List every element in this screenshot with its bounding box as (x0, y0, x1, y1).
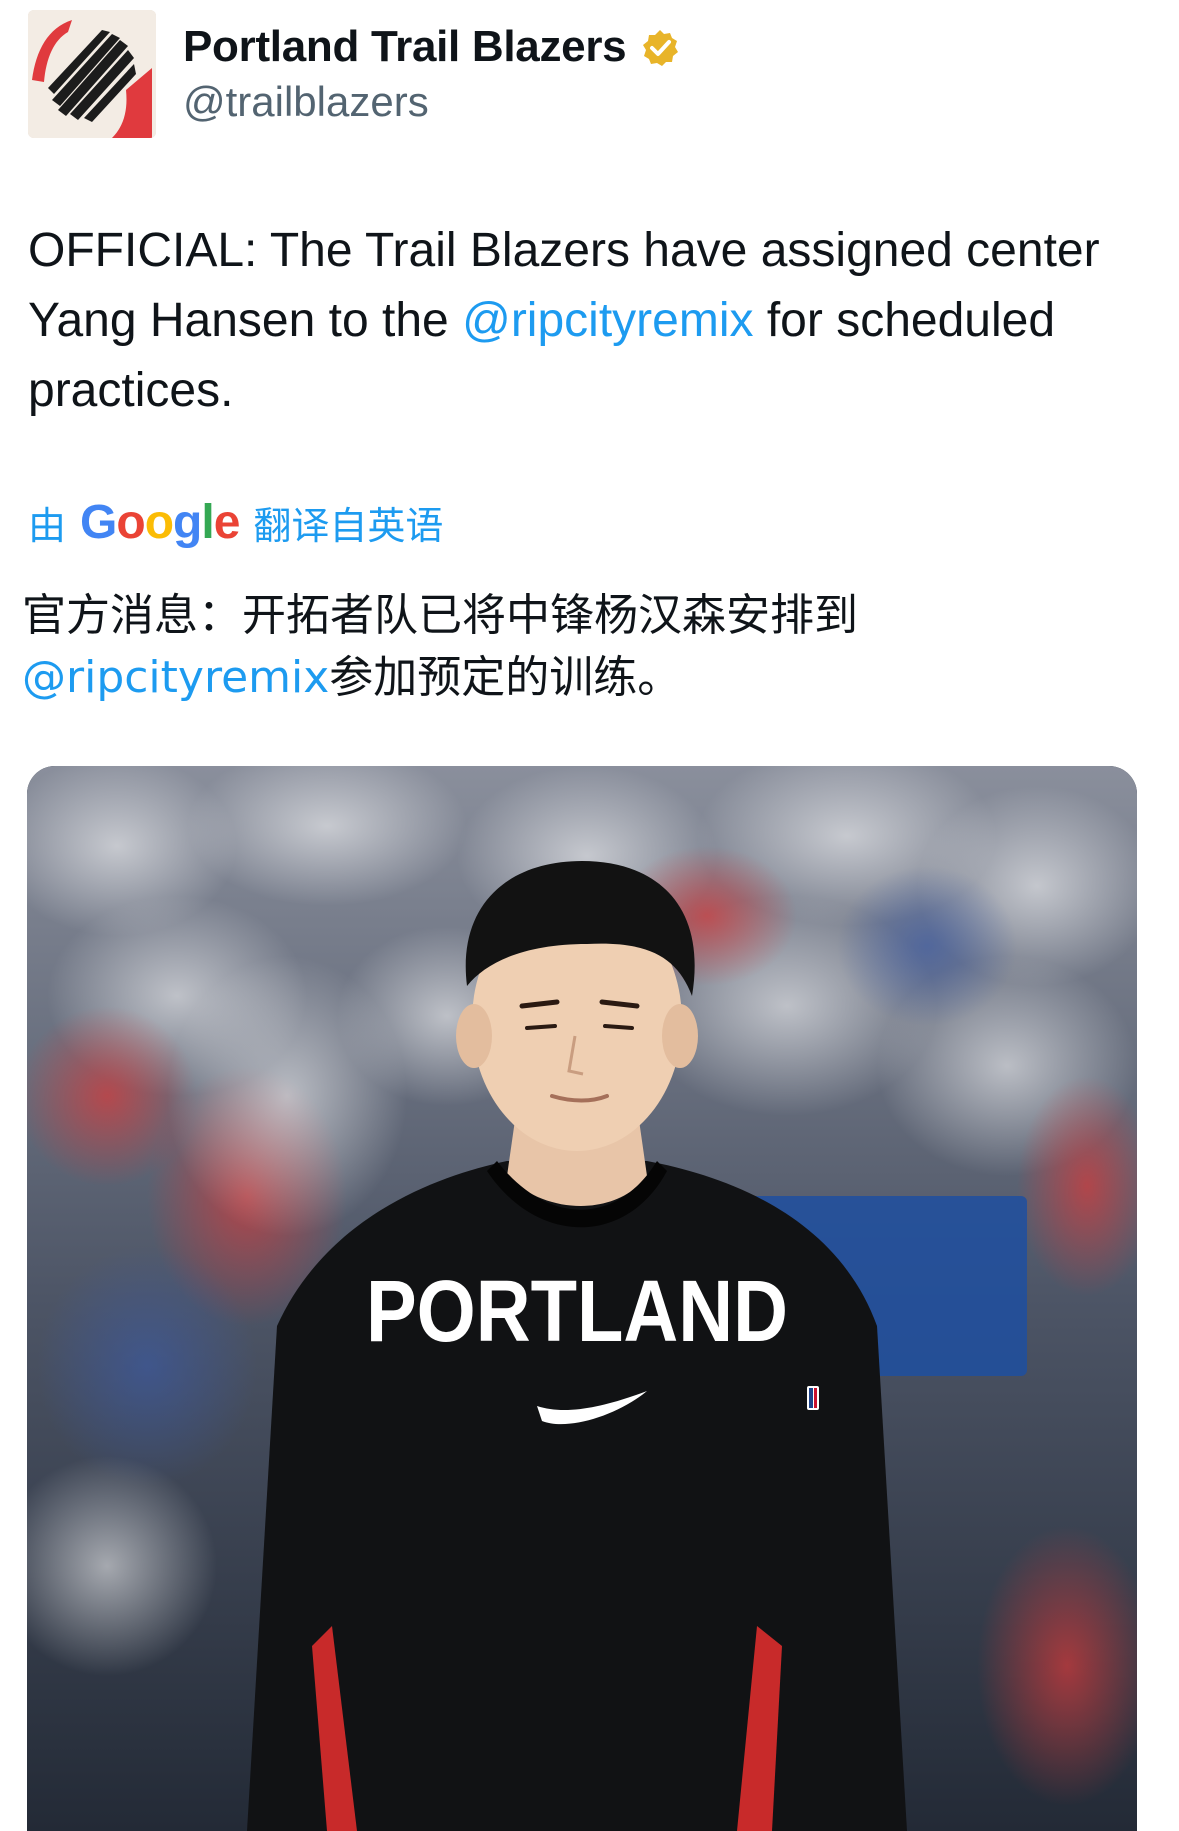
tweet-photo[interactable]: PORTLAND (27, 766, 1137, 1831)
translated-prefix: 由 (28, 505, 67, 548)
tweet-card: Portland Trail Blazers @trailblazers OFF… (0, 0, 1179, 1831)
jersey-text: PORTLAND (366, 1263, 788, 1360)
player-photo: PORTLAND (27, 766, 1137, 1831)
translated-text: 官方消息：开拓者队已将中锋杨汉森安排到 @ripcityremix参加预定的训练。 (22, 585, 1162, 709)
display-name[interactable]: Portland Trail Blazers (183, 22, 627, 72)
translated-suffix: 翻译自英语 (253, 505, 444, 548)
google-logo: Google (80, 495, 240, 549)
trail-blazers-logo-icon (28, 10, 156, 138)
avatar[interactable] (28, 10, 156, 138)
tweet-text: OFFICIAL: The Trail Blazers have assigne… (28, 216, 1158, 426)
translated-text-after: 参加预定的训练。 (329, 652, 682, 703)
verified-badge-icon[interactable] (640, 28, 680, 68)
translated-mention-link[interactable]: @ripcityremix (22, 652, 329, 703)
mention-link[interactable]: @ripcityremix (462, 294, 753, 347)
handle[interactable]: @trailblazers (183, 78, 429, 126)
translated-text-before: 官方消息：开拓者队已将中锋杨汉森安排到 (22, 590, 858, 641)
translated-by-google[interactable]: 由 Google 翻译自英语 (28, 492, 443, 552)
